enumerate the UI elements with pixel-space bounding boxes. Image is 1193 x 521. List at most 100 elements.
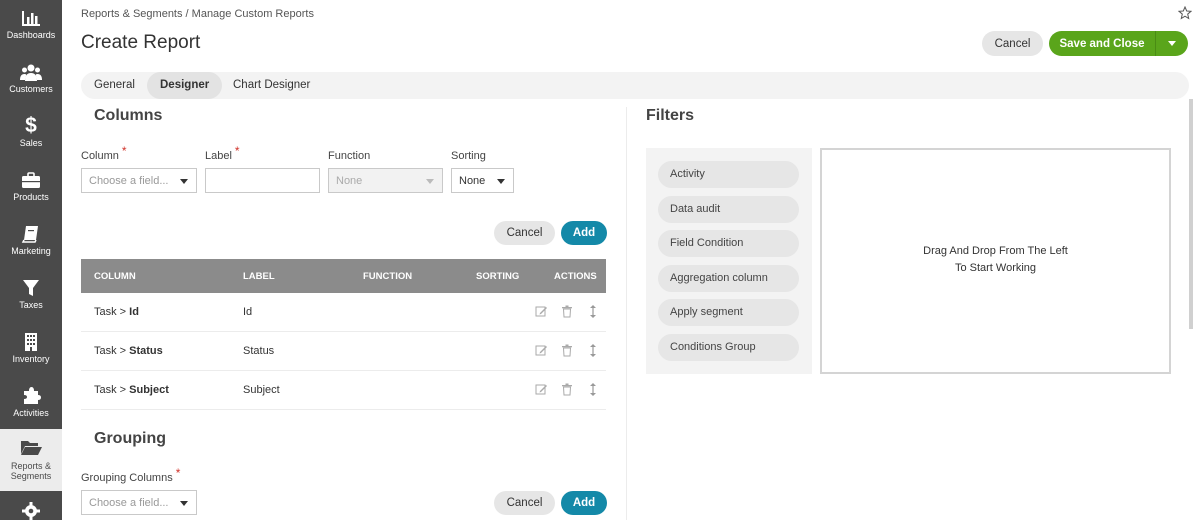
row-label: Subject (243, 384, 280, 396)
sidebar-item-dashboards[interactable]: Dashboards (0, 0, 62, 53)
sidebar-item-label: Marketing (11, 246, 51, 256)
bar-chart-icon (22, 11, 40, 26)
header-function: FUNCTION (363, 271, 413, 282)
cancel-button[interactable]: Cancel (982, 31, 1043, 56)
folder-open-icon (21, 441, 42, 455)
table-row: Task > Id Id (81, 293, 606, 332)
scrollbar[interactable] (1189, 99, 1193, 329)
chevron-down-icon (180, 179, 188, 184)
row-label: Id (243, 306, 253, 318)
table-row: Task > Status Status (81, 332, 606, 371)
save-options-dropdown-button[interactable] (1155, 31, 1188, 56)
breadcrumb[interactable]: Reports & Segments / Manage Custom Repor… (81, 8, 314, 20)
column-prefix: Task > (94, 345, 130, 357)
sorting-select[interactable]: None (451, 168, 514, 193)
column-select[interactable]: Choose a field... (81, 168, 197, 193)
function-select-value: None (336, 175, 363, 187)
sidebar-item-label: Dashboards (6, 30, 56, 40)
tab-general[interactable]: General (81, 72, 148, 99)
row-label: Status (243, 345, 275, 357)
grouping-column-select[interactable]: Choose a field... (81, 490, 197, 515)
chevron-down-icon (426, 179, 434, 184)
header-column: COLUMN (94, 271, 136, 282)
column-label-text: Column (81, 150, 119, 162)
puzzle-icon (24, 387, 41, 404)
sidebar-item-products[interactable]: Products (0, 162, 62, 215)
drop-hint-line2: To Start Working (954, 262, 1037, 274)
dollar-icon: $ (25, 114, 37, 137)
header-sorting: SORTING (476, 271, 520, 282)
header-actions: ACTIONS (554, 271, 597, 282)
filter-item-field-condition[interactable]: Field Condition (658, 230, 799, 257)
star-icon[interactable] (1178, 6, 1192, 20)
column-field: Status (129, 345, 163, 357)
row-column: Task > Subject (94, 384, 169, 396)
book-icon (21, 226, 38, 243)
drag-handle-icon[interactable] (587, 383, 599, 396)
sidebar-item-inventory[interactable]: Inventory (0, 324, 62, 377)
chevron-down-icon (497, 179, 505, 184)
building-icon (25, 333, 37, 351)
drag-handle-icon[interactable] (587, 344, 599, 357)
label-label-text: Label (205, 150, 232, 162)
required-marker: * (175, 466, 181, 480)
sidebar-item-sales[interactable]: $ Sales (0, 108, 62, 161)
column-prefix: Task > (94, 384, 130, 396)
grouping-cancel-button[interactable]: Cancel (494, 491, 555, 515)
edit-icon[interactable] (535, 305, 547, 318)
trash-icon[interactable] (561, 305, 573, 318)
sidebar-item-label-line2: Segments (10, 471, 52, 481)
function-field-label: Function (328, 150, 371, 162)
sidebar-item-label: Customers (9, 84, 53, 94)
filters-section-title: Filters (646, 107, 695, 124)
column-field: Subject (129, 384, 169, 396)
sidebar-item-customers[interactable]: Customers (0, 54, 62, 107)
tab-designer[interactable]: Designer (147, 72, 223, 99)
grouping-columns-label-text: Grouping Columns (81, 472, 173, 484)
filter-item-conditions-group[interactable]: Conditions Group (658, 334, 799, 361)
column-prefix: Task > (94, 306, 130, 318)
column-select-value: Choose a field... (89, 175, 169, 187)
required-marker: * (234, 144, 240, 158)
row-column: Task > Id (94, 306, 139, 318)
filter-item-data-audit[interactable]: Data audit (658, 196, 799, 223)
edit-icon[interactable] (535, 344, 547, 357)
filter-item-aggregation-column[interactable]: Aggregation column (658, 265, 799, 292)
columns-cancel-button[interactable]: Cancel (494, 221, 555, 245)
trash-icon[interactable] (561, 383, 573, 396)
columns-table-header: COLUMN LABEL FUNCTION SORTING ACTIONS (81, 259, 606, 293)
sidebar-item-taxes[interactable]: Taxes (0, 270, 62, 323)
chevron-down-icon (180, 501, 188, 506)
filter-drop-zone[interactable]: Drag And Drop From The Left To Start Wor… (820, 148, 1171, 374)
label-field-label: Label * (205, 144, 240, 162)
users-icon (20, 64, 42, 81)
row-column: Task > Status (94, 345, 163, 357)
label-input[interactable] (205, 168, 320, 193)
required-marker: * (121, 144, 127, 158)
grouping-section-title: Grouping (94, 430, 166, 447)
sidebar-item-settings[interactable] (0, 494, 62, 520)
sidebar-item-marketing[interactable]: Marketing (0, 216, 62, 269)
sidebar-item-label: Sales (19, 138, 43, 148)
grouping-add-button[interactable]: Add (561, 491, 607, 515)
sidebar: Dashboards Customers $ Sales Products Ma… (0, 0, 62, 520)
briefcase-icon (22, 172, 40, 188)
panel-divider (626, 107, 627, 520)
filter-item-apply-segment[interactable]: Apply segment (658, 299, 799, 326)
columns-add-button[interactable]: Add (561, 221, 607, 245)
tab-chart-designer[interactable]: Chart Designer (220, 72, 323, 99)
save-and-close-button[interactable]: Save and Close (1049, 31, 1155, 56)
column-field-label: Column * (81, 144, 127, 162)
grouping-select-value: Choose a field... (89, 497, 169, 509)
drag-handle-icon[interactable] (587, 305, 599, 318)
trash-icon[interactable] (561, 344, 573, 357)
sidebar-item-activities[interactable]: Activities (0, 378, 62, 431)
column-field: Id (129, 306, 139, 318)
filter-item-activity[interactable]: Activity (658, 161, 799, 188)
sidebar-item-reports-segments[interactable]: Reports & Segments (0, 429, 62, 491)
sidebar-item-label: Products (13, 192, 49, 202)
edit-icon[interactable] (535, 383, 547, 396)
table-row: Task > Subject Subject (81, 371, 606, 410)
columns-section-title: Columns (94, 107, 163, 124)
grouping-columns-label: Grouping Columns * (81, 466, 180, 484)
